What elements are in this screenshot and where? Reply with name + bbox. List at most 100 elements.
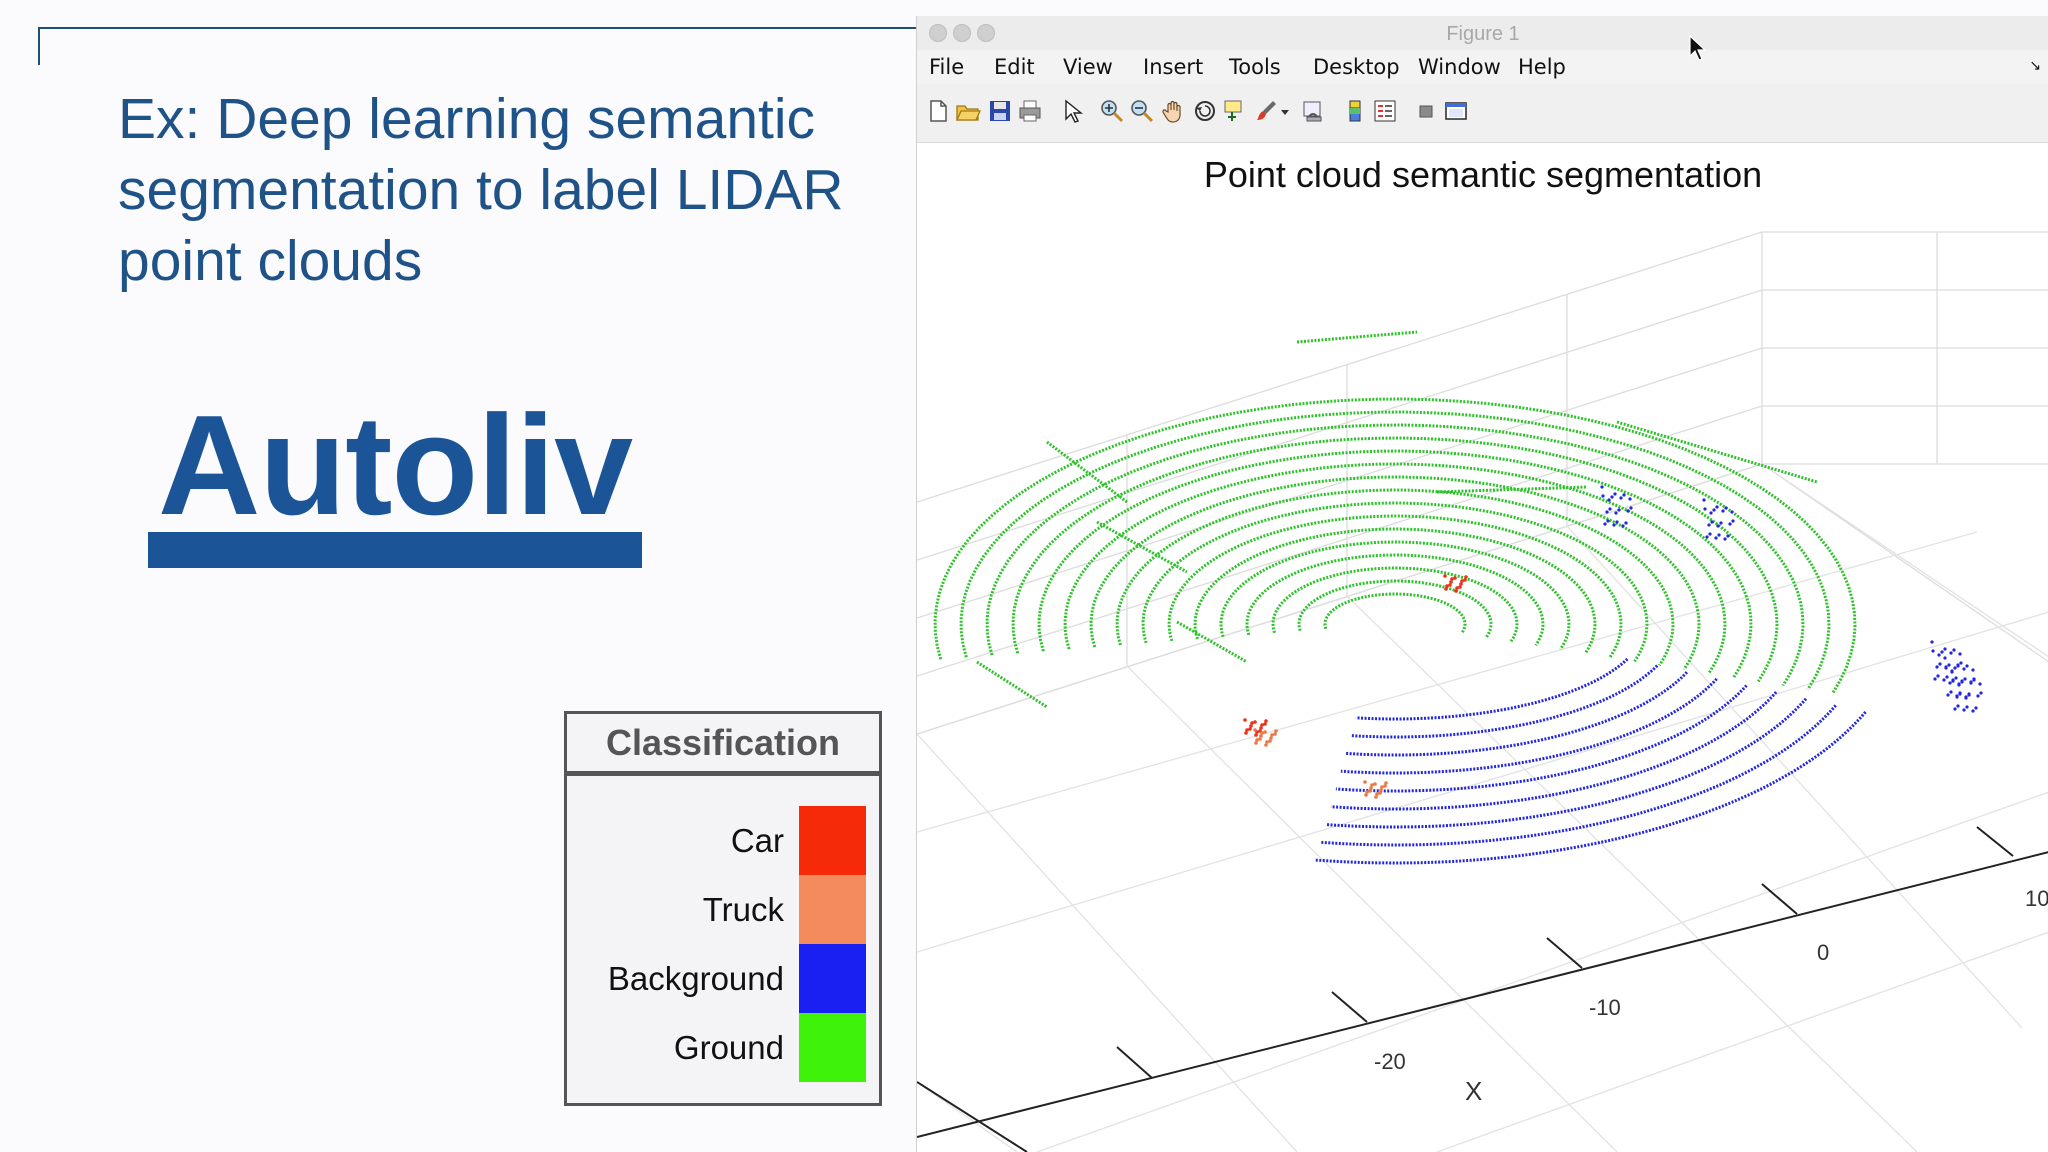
menu-file[interactable]: File — [929, 55, 964, 79]
plot-title: Point cloud semantic segmentation — [1203, 154, 1763, 195]
menu-view[interactable]: View — [1063, 55, 1113, 79]
background-point — [1943, 647, 1947, 651]
new-figure-icon[interactable] — [925, 98, 951, 124]
autoliv-logo: Autoliv — [148, 395, 642, 570]
vehicle-point — [1450, 577, 1454, 581]
point-cloud-plot[interactable]: 10 0 -10 -20 X — [917, 192, 2048, 1152]
background-ring — [1320, 704, 1837, 847]
vehicle-point — [1270, 733, 1274, 737]
colorbar-icon[interactable] — [1342, 98, 1368, 124]
background-point — [1614, 511, 1618, 515]
link-plot-icon[interactable] — [1301, 98, 1327, 124]
figure-window: Figure 1 File Edit View Insert Tools Des… — [916, 16, 2048, 1152]
vehicle-point — [1274, 729, 1278, 733]
figure-toolbar — [917, 84, 2048, 143]
background-point — [1615, 520, 1619, 524]
save-icon[interactable] — [987, 98, 1013, 124]
background-point — [1730, 510, 1734, 514]
menu-desktop[interactable]: Desktop — [1313, 55, 1400, 79]
legend-title: Classification — [567, 714, 879, 776]
menu-bar: File Edit View Insert Tools Desktop Wind… — [917, 50, 2048, 84]
ground-ring — [1167, 514, 1623, 659]
vehicle-point — [1265, 740, 1269, 744]
print-icon[interactable] — [1017, 98, 1043, 124]
dropdown-arrow-icon[interactable] — [1279, 98, 1291, 124]
menu-help[interactable]: Help — [1518, 55, 1566, 79]
background-point — [1617, 508, 1621, 512]
zoom-in-icon[interactable] — [1099, 98, 1125, 124]
background-point — [1702, 498, 1706, 502]
show-plot-tools-icon[interactable] — [1443, 98, 1469, 124]
pan-hand-icon[interactable] — [1161, 98, 1187, 124]
legend-swatch-truck — [799, 875, 866, 944]
x-tick-label-10: 10 — [2025, 886, 2048, 911]
background-point — [1612, 523, 1616, 527]
menu-edit[interactable]: Edit — [994, 55, 1035, 79]
ground-segment — [1096, 520, 1188, 574]
legend-item-truck: Truck — [567, 875, 879, 944]
legend-label: Truck — [702, 891, 784, 928]
open-file-icon[interactable] — [955, 98, 981, 124]
pointer-icon[interactable] — [1058, 98, 1084, 124]
legend-list: Car Truck Background Ground — [567, 806, 879, 1082]
floor-grid — [917, 463, 2048, 1152]
vehicle-point — [1260, 731, 1264, 735]
background-point — [1942, 678, 1946, 682]
background-point — [1951, 679, 1955, 683]
x-tick-label-0: 0 — [1817, 940, 1829, 965]
legend-swatch-ground — [799, 1013, 866, 1082]
background-point — [1954, 676, 1958, 680]
legend-label: Background — [607, 960, 784, 997]
ground-ring — [1219, 540, 1571, 651]
legend-swatch-background — [799, 944, 866, 1013]
background-point — [1724, 506, 1728, 510]
data-cursor-icon[interactable] — [1222, 98, 1248, 124]
dock-arrow-icon[interactable]: ↘ — [2029, 58, 2041, 74]
background-ring — [1355, 657, 1629, 721]
menu-window[interactable]: Window — [1418, 55, 1501, 79]
vehicle-point — [1243, 718, 1247, 722]
background-point — [1971, 668, 1975, 672]
background-point — [1624, 521, 1628, 525]
background-point — [1964, 696, 1968, 700]
ground-segment — [976, 660, 1048, 709]
x-tick-label-neg20: -20 — [1374, 1049, 1406, 1074]
slide-border-top — [38, 27, 918, 29]
ground-ring — [1089, 475, 1701, 671]
background-point — [1937, 653, 1941, 657]
background-point — [1969, 681, 1973, 685]
logo-text: Autoliv — [157, 386, 633, 545]
background-point — [1976, 694, 1980, 698]
background-point — [1949, 690, 1953, 694]
background-point — [1957, 683, 1961, 687]
background-point — [1728, 522, 1732, 526]
menu-tools[interactable]: Tools — [1229, 55, 1281, 79]
vehicle-point — [1445, 584, 1449, 588]
background-point — [1607, 498, 1611, 502]
hide-plot-tools-icon[interactable] — [1413, 98, 1439, 124]
background-point — [1619, 496, 1623, 500]
background-point — [1972, 678, 1976, 682]
background-point — [1938, 662, 1942, 666]
rotate-3d-icon[interactable] — [1192, 98, 1218, 124]
background-point — [1703, 507, 1707, 511]
zoom-out-icon[interactable] — [1129, 98, 1155, 124]
background-point — [1959, 661, 1963, 665]
background-point — [1958, 692, 1962, 696]
window-titlebar[interactable]: Figure 1 — [917, 16, 2048, 51]
background-point — [1717, 533, 1721, 537]
background-point — [1621, 524, 1625, 528]
slide-title: Ex: Deep learning semantic segmentation … — [118, 87, 844, 293]
vehicle-point — [1363, 780, 1367, 784]
background-point — [1943, 656, 1947, 660]
background-point — [1603, 522, 1607, 526]
background-point — [1971, 709, 1975, 713]
background-point — [1956, 704, 1960, 708]
legend-label: Car — [730, 822, 784, 859]
background-point — [1608, 507, 1612, 511]
brush-icon[interactable] — [1253, 98, 1279, 124]
vehicle-point — [1464, 575, 1468, 579]
legend-icon[interactable] — [1372, 98, 1398, 124]
menu-insert[interactable]: Insert — [1143, 55, 1203, 79]
background-point — [1948, 681, 1952, 685]
